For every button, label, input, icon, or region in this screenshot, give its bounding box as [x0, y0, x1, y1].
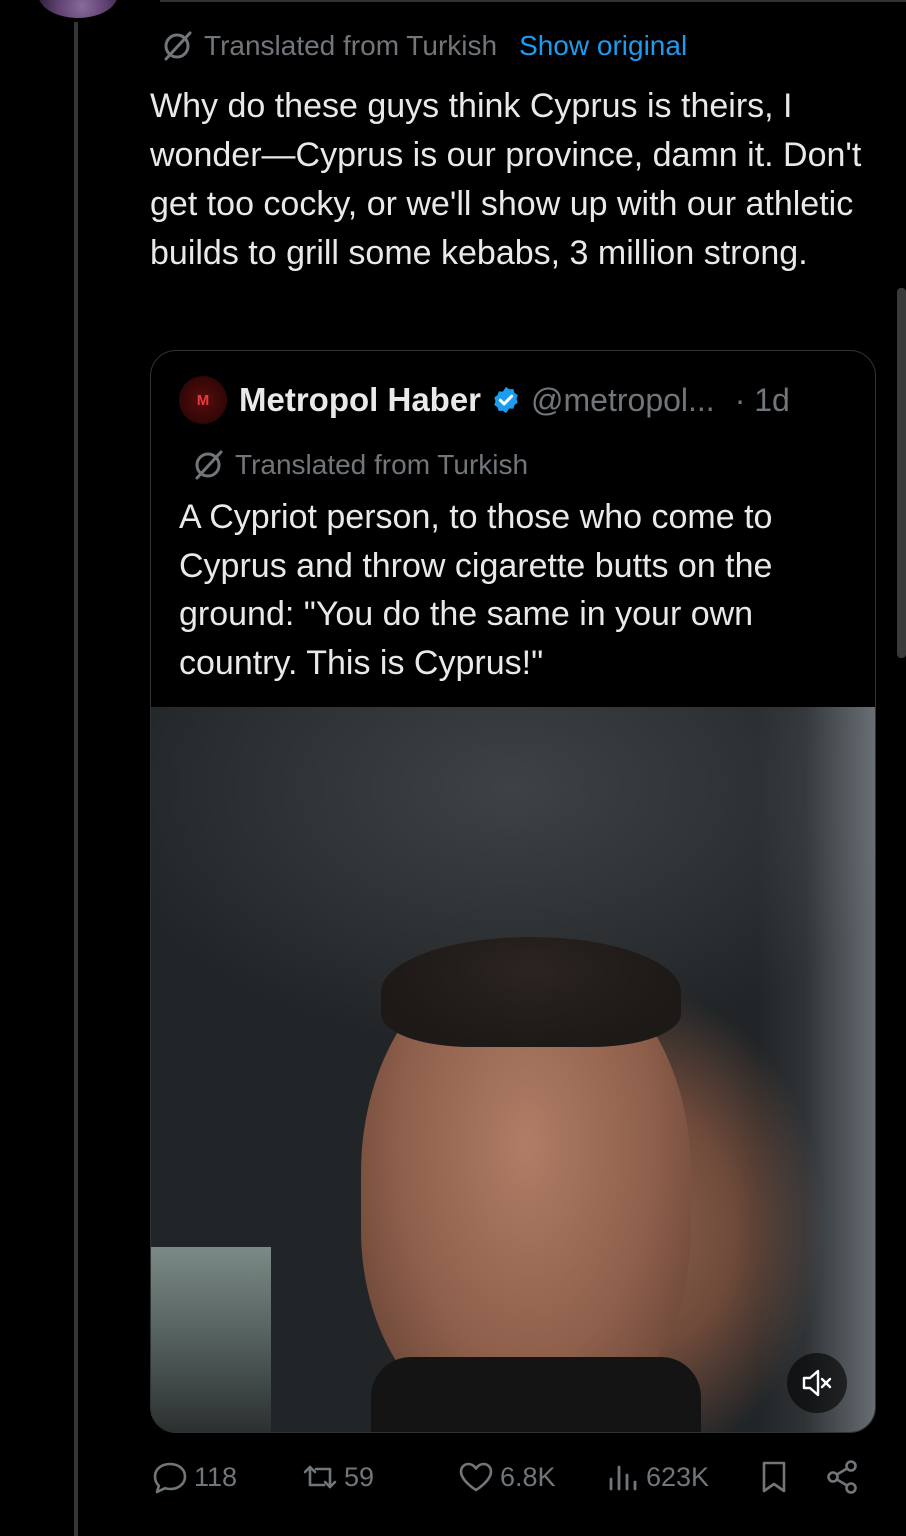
- repost-count: 59: [344, 1461, 375, 1492]
- like-button[interactable]: 6.8K: [456, 1452, 556, 1502]
- tweet-text: Why do these guys think Cyprus is theirs…: [150, 87, 862, 272]
- action-bar: 118 59 6.8K 623K: [150, 1452, 870, 1502]
- reply-icon: [153, 1462, 187, 1494]
- video-frame-shirt: [371, 1357, 701, 1432]
- volume-muted-icon: [802, 1369, 832, 1397]
- avatar-letter: M: [196, 391, 210, 409]
- scrollbar[interactable]: [897, 288, 906, 658]
- share-icon: [827, 1460, 857, 1494]
- author-avatar[interactable]: [38, 0, 118, 18]
- bookmark-icon: [762, 1461, 786, 1493]
- translate-icon: [195, 450, 223, 480]
- view-count: 623K: [646, 1461, 710, 1492]
- quoted-tweet-header: M Metropol Haber @metropol... · 1d: [179, 375, 790, 425]
- quoted-tweet-text: A Cypriot person, to those who come to C…: [179, 498, 773, 682]
- translation-note: Translated from Turkish: [204, 30, 498, 61]
- bookmark-button[interactable]: [756, 1452, 796, 1502]
- thread-line: [74, 22, 78, 1536]
- quoted-tweet-card[interactable]: M Metropol Haber @metropol... · 1d Trans…: [150, 350, 876, 1433]
- quoted-timestamp[interactable]: · 1d: [735, 382, 790, 419]
- views-button[interactable]: 623K: [606, 1452, 709, 1502]
- share-button[interactable]: [822, 1452, 866, 1502]
- verified-badge-icon: [491, 385, 521, 415]
- video-frame-window: [757, 707, 875, 1432]
- like-count: 6.8K: [500, 1461, 556, 1492]
- translate-icon: [164, 31, 192, 61]
- repost-button[interactable]: 59: [300, 1452, 374, 1502]
- quoted-translation-row: Translated from Turkish: [191, 447, 528, 483]
- show-original-link[interactable]: Show original: [519, 30, 687, 62]
- reply-button[interactable]: 118: [150, 1452, 237, 1502]
- repost-icon: [303, 1465, 337, 1489]
- mute-button[interactable]: [787, 1353, 847, 1413]
- heart-icon: [459, 1462, 493, 1492]
- divider: [160, 0, 906, 2]
- quoted-author-handle[interactable]: @metropol...: [531, 382, 715, 419]
- video-frame-side-window: [151, 1247, 271, 1432]
- translation-row: Translated from Turkish Show original: [160, 28, 687, 64]
- quoted-author-name[interactable]: Metropol Haber: [239, 381, 481, 419]
- reply-count: 118: [194, 1461, 238, 1492]
- views-chart-icon: [609, 1465, 637, 1491]
- quoted-translation-note: Translated from Turkish: [235, 449, 529, 480]
- quoted-video[interactable]: [151, 707, 875, 1432]
- video-frame-hair: [381, 937, 681, 1047]
- quoted-author-avatar[interactable]: M: [179, 376, 227, 424]
